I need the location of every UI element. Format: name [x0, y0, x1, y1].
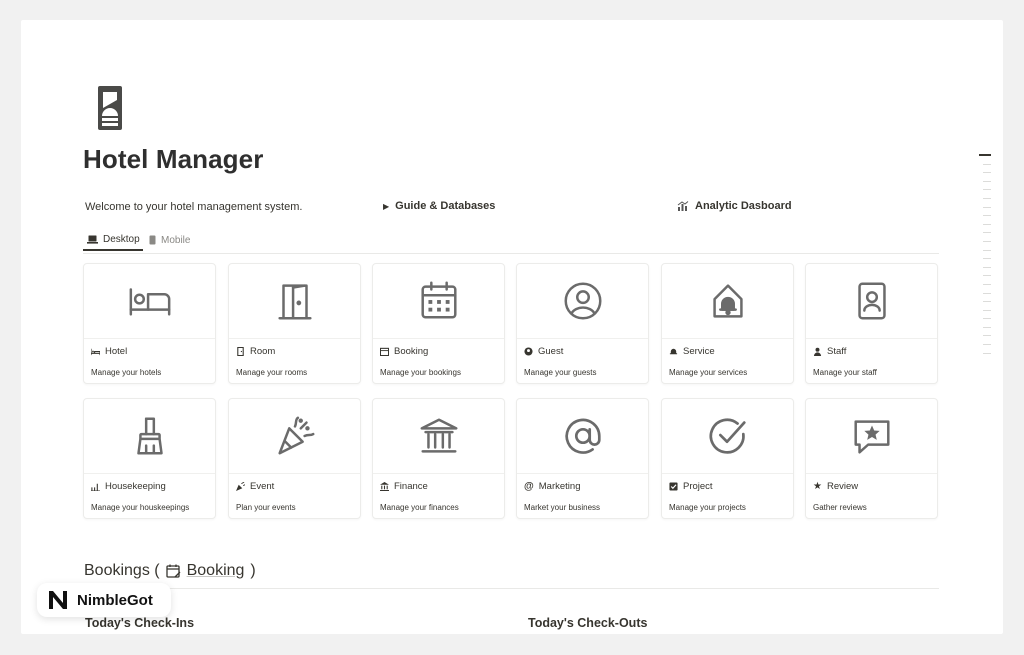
card-project-desc: Manage your projects [669, 503, 746, 512]
guide-databases-toggle[interactable]: ▶ Guide & Databases [383, 200, 495, 212]
welcome-text: Welcome to your hotel management system. [85, 201, 303, 213]
card-event[interactable]: Event Plan your events [228, 398, 361, 519]
card-event-title: Event [250, 481, 275, 492]
star-small-icon: ★ [813, 481, 822, 492]
card-service-desc: Manage your services [669, 368, 748, 377]
triangle-right-icon: ▶ [383, 201, 390, 211]
bell-house-icon [712, 284, 743, 318]
card-project[interactable]: Project Manage your projects [661, 398, 794, 519]
card-staff[interactable]: Staff Manage your staff [805, 263, 938, 384]
card-hotel-desc: Manage your hotels [91, 368, 162, 377]
todays-checkouts-heading: Today's Check-Outs [528, 616, 648, 630]
card-hotel[interactable]: Hotel Manage your hotels [83, 263, 216, 384]
card-housekeeping-title: Housekeeping [105, 481, 166, 492]
checkbox-small-icon [669, 482, 678, 491]
todays-checkins-heading: Today's Check-Ins [85, 616, 195, 630]
chart-icon [677, 200, 689, 211]
analytic-dashboard-label: Analytic Dasboard [695, 200, 792, 212]
party-popper-icon [277, 416, 314, 455]
page-title: Hotel Manager [83, 144, 264, 174]
analytic-dashboard-link[interactable]: Analytic Dasboard [677, 200, 792, 212]
card-booking-title: Booking [394, 346, 429, 357]
user-circle-icon [564, 282, 601, 320]
card-event-desc: Plan your events [236, 503, 296, 512]
nimblegot-logo-icon [49, 591, 67, 609]
card-housekeeping[interactable]: Housekeeping Manage your houskeepings [83, 398, 216, 519]
card-service[interactable]: Service Manage your services [661, 263, 794, 384]
page-canvas: Hotel Manager Welcome to your hotel mana… [21, 20, 1003, 634]
id-badge-icon [857, 282, 886, 320]
bank-small-icon [380, 482, 389, 491]
card-room[interactable]: Room Manage your rooms [228, 263, 361, 384]
card-marketing[interactable]: @ Marketing Market your business [516, 398, 649, 519]
laptop-icon [87, 235, 98, 244]
user-small-icon [524, 347, 533, 356]
bell-small-icon [669, 348, 678, 355]
card-finance[interactable]: Finance Manage your finances [372, 398, 505, 519]
at-small-icon: @ [524, 481, 534, 492]
door-small-icon [237, 347, 244, 356]
card-housekeeping-desc: Manage your houskeepings [91, 503, 190, 512]
card-booking-desc: Manage your bookings [380, 368, 461, 377]
card-room-desc: Manage your rooms [236, 368, 308, 377]
popper-small-icon [236, 482, 245, 491]
booking-database-link[interactable]: Booking [187, 562, 245, 580]
tab-desktop-label: Desktop [103, 233, 140, 245]
card-review-desc: Gather reviews [813, 503, 867, 512]
door-icon [277, 284, 312, 320]
bed-small-icon [91, 348, 100, 356]
phone-icon [149, 235, 156, 245]
card-guest-title: Guest [538, 346, 564, 357]
bookings-heading-prefix: Bookings ( [84, 562, 160, 579]
nimblegot-watermark: NimbleGot [37, 583, 171, 617]
broom-icon [136, 417, 163, 455]
bank-icon [420, 418, 457, 453]
tab-desktop[interactable]: Desktop [83, 229, 143, 251]
nimblegot-label: NimbleGot [77, 591, 153, 609]
card-hotel-title: Hotel [105, 346, 128, 357]
card-review-title: Review [826, 481, 859, 492]
calendar-icon [420, 281, 457, 319]
star-message-icon [853, 420, 890, 454]
at-sign-icon [564, 418, 601, 454]
card-service-title: Service [683, 346, 715, 357]
bookings-heading-suffix: ) [250, 562, 256, 579]
card-project-title: Project [683, 481, 713, 492]
broom-small-icon [91, 483, 100, 491]
card-marketing-title: Marketing [538, 481, 581, 492]
section-divider [83, 588, 939, 589]
tab-mobile[interactable]: Mobile [149, 229, 190, 251]
calendar-small-icon [380, 347, 389, 356]
bed-icon [129, 288, 170, 316]
card-guest-desc: Manage your guests [524, 368, 597, 377]
card-review[interactable]: ★ Review Gather reviews [805, 398, 938, 519]
bookings-heading: Bookings ( Booking ) [84, 562, 256, 580]
card-staff-desc: Manage your staff [813, 368, 877, 377]
view-tabs: Desktop Mobile [83, 229, 939, 254]
card-guest[interactable]: Guest Manage your guests [516, 263, 649, 384]
calendar-link-icon [165, 564, 181, 578]
person-small-icon [813, 347, 822, 356]
card-booking[interactable]: Booking Manage your bookings [372, 263, 505, 384]
guide-databases-label: Guide & Databases [395, 200, 496, 212]
table-of-contents-scrubber[interactable] [979, 154, 993, 361]
card-marketing-desc: Market your business [524, 503, 601, 512]
card-finance-desc: Manage your finances [380, 503, 459, 512]
check-circle-icon [709, 418, 746, 454]
card-room-title: Room [250, 346, 276, 357]
card-finance-title: Finance [394, 481, 428, 492]
card-staff-title: Staff [827, 346, 847, 357]
tab-mobile-label: Mobile [161, 234, 191, 246]
hotel-logo-icon [98, 86, 122, 130]
